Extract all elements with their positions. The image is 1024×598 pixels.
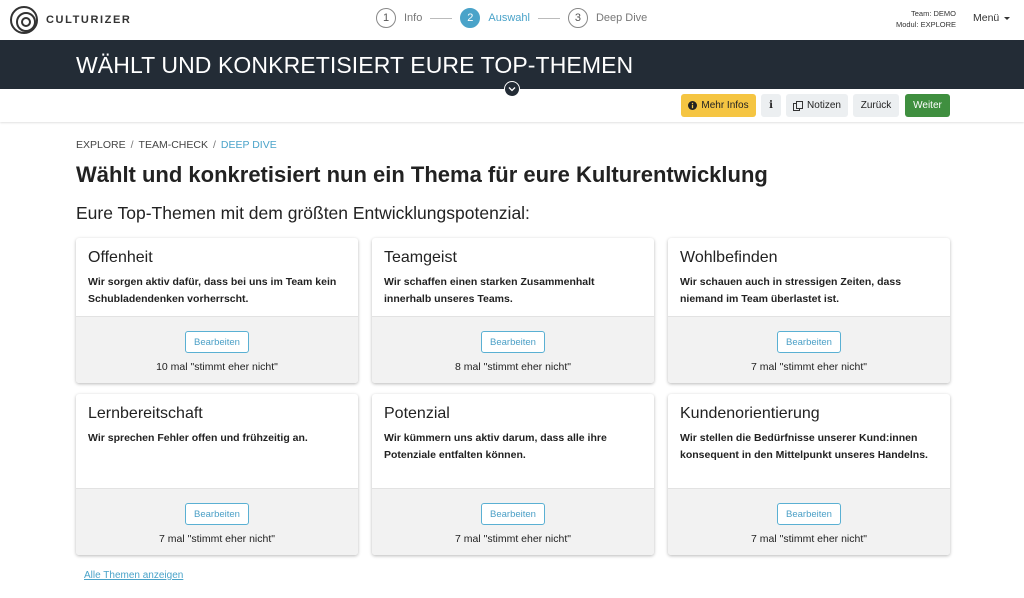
topic-card-wohlbefinden: Wohlbefinden Wir schauen auch in stressi…	[668, 238, 950, 383]
back-label: Zurück	[860, 100, 892, 111]
vote-count: 8 mal "stimmt eher nicht"	[455, 361, 571, 373]
topic-title: Wohlbefinden	[680, 249, 778, 266]
step-number: 1	[376, 8, 396, 28]
step-info[interactable]: 1 Info	[376, 8, 422, 28]
topic-description: Wir stellen die Bedürfnisse unserer Kund…	[680, 432, 928, 461]
info-circle-icon	[688, 101, 698, 110]
breadcrumb-separator: /	[212, 139, 216, 151]
card-footer: Bearbeiten 8 mal "stimmt eher nicht"	[372, 316, 654, 383]
topic-description: Wir sprechen Fehler offen und frühzeitig…	[88, 432, 308, 444]
notes-icon	[793, 100, 804, 111]
card-footer: Bearbeiten 7 mal "stimmt eher nicht"	[372, 488, 654, 555]
card-footer: Bearbeiten 10 mal "stimmt eher nicht"	[76, 316, 358, 383]
topic-title: Teamgeist	[384, 249, 457, 266]
notes-label: Notizen	[807, 100, 841, 111]
progress-stepper: 1 Info 2 Auswahl 3 Deep Dive	[376, 8, 647, 28]
brand-logo[interactable]: CULTURIZER	[10, 6, 131, 34]
step-connector	[537, 17, 560, 19]
chevron-down-icon	[508, 87, 516, 92]
card-footer: Bearbeiten 7 mal "stimmt eher nicht"	[76, 488, 358, 555]
step-deep-dive[interactable]: 3 Deep Dive	[567, 8, 648, 28]
edit-button[interactable]: Bearbeiten	[185, 503, 249, 525]
topic-title: Offenheit	[88, 249, 153, 266]
top-navigation: CULTURIZER 1 Info 2 Auswahl 3 Deep Dive …	[0, 0, 1024, 40]
more-info-button[interactable]: Mehr Infos	[681, 94, 756, 117]
topic-description: Wir schaffen einen starken Zusammenhalt …	[384, 276, 595, 305]
card-footer: Bearbeiten 7 mal "stimmt eher nicht"	[668, 316, 950, 383]
topic-title: Potenzial	[384, 405, 450, 422]
vote-count: 7 mal "stimmt eher nicht"	[159, 533, 275, 545]
page-subtitle: Eure Top-Themen mit dem größten Entwickl…	[76, 203, 530, 223]
next-label: Weiter	[913, 100, 942, 111]
breadcrumb-item-explore[interactable]: EXPLORE	[76, 139, 126, 151]
breadcrumb-item-deep-dive[interactable]: DEEP DIVE	[221, 139, 277, 151]
info-button[interactable]: i	[761, 94, 781, 117]
next-button[interactable]: Weiter	[905, 94, 950, 117]
topic-card-teamgeist: Teamgeist Wir schaffen einen starken Zus…	[372, 238, 654, 383]
team-name: Team: DEMO	[910, 9, 956, 18]
vote-count: 7 mal "stimmt eher nicht"	[455, 533, 571, 545]
back-button[interactable]: Zurück	[853, 94, 899, 117]
collapse-toggle-button[interactable]	[504, 81, 520, 97]
breadcrumb-separator: /	[130, 139, 134, 151]
page-title: Wählt und konkretisiert nun ein Thema fü…	[76, 162, 768, 187]
brand-name: CULTURIZER	[46, 14, 132, 26]
culturizer-logo-icon	[10, 6, 38, 34]
edit-button[interactable]: Bearbeiten	[481, 331, 545, 353]
step-number: 3	[567, 8, 588, 28]
edit-button[interactable]: Bearbeiten	[185, 331, 249, 353]
step-label: Info	[404, 12, 423, 24]
edit-button[interactable]: Bearbeiten	[481, 503, 545, 525]
show-all-topics-link[interactable]: Alle Themen anzeigen	[84, 570, 183, 581]
step-auswahl[interactable]: 2 Auswahl	[460, 8, 530, 28]
step-connector	[430, 17, 453, 19]
topic-description: Wir sorgen aktiv dafür, dass bei uns im …	[88, 276, 337, 305]
section-title: WÄHLT UND KONKRETISIERT EURE TOP-THEMEN	[76, 52, 634, 78]
menu-dropdown[interactable]: Menü	[973, 12, 1011, 24]
chevron-down-icon	[1004, 16, 1011, 20]
menu-label: Menü	[973, 12, 1000, 24]
breadcrumb: EXPLORE / TEAM-CHECK / DEEP DIVE	[76, 139, 277, 151]
edit-button[interactable]: Bearbeiten	[777, 503, 841, 525]
vote-count: 7 mal "stimmt eher nicht"	[751, 533, 867, 545]
vote-count: 7 mal "stimmt eher nicht"	[751, 361, 867, 373]
card-footer: Bearbeiten 7 mal "stimmt eher nicht"	[668, 488, 950, 555]
topic-card-lernbereitschaft: Lernbereitschaft Wir sprechen Fehler off…	[76, 394, 358, 555]
topic-description: Wir schauen auch in stressigen Zeiten, d…	[680, 276, 902, 305]
topic-title: Lernbereitschaft	[88, 405, 203, 422]
topic-description: Wir kümmern uns aktiv darum, dass alle i…	[384, 432, 607, 461]
step-label: Auswahl	[488, 12, 530, 24]
topic-title: Kundenorientierung	[680, 405, 820, 422]
notes-button[interactable]: Notizen	[786, 94, 848, 117]
edit-button[interactable]: Bearbeiten	[777, 331, 841, 353]
step-number: 2	[460, 8, 481, 28]
breadcrumb-item-team-check[interactable]: TEAM-CHECK	[139, 139, 208, 151]
more-info-label: Mehr Infos	[701, 100, 749, 111]
team-info: Team: DEMO Modul: EXPLORE	[896, 8, 956, 30]
step-label: Deep Dive	[595, 12, 648, 24]
module-name: Modul: EXPLORE	[895, 20, 956, 29]
topic-card-offenheit: Offenheit Wir sorgen aktiv dafür, dass b…	[76, 238, 358, 383]
topic-card-kundenorientierung: Kundenorientierung Wir stellen die Bedür…	[668, 394, 950, 555]
info-label: i	[769, 100, 773, 111]
vote-count: 10 mal "stimmt eher nicht"	[156, 361, 278, 373]
topic-card-potenzial: Potenzial Wir kümmern uns aktiv darum, d…	[372, 394, 654, 555]
